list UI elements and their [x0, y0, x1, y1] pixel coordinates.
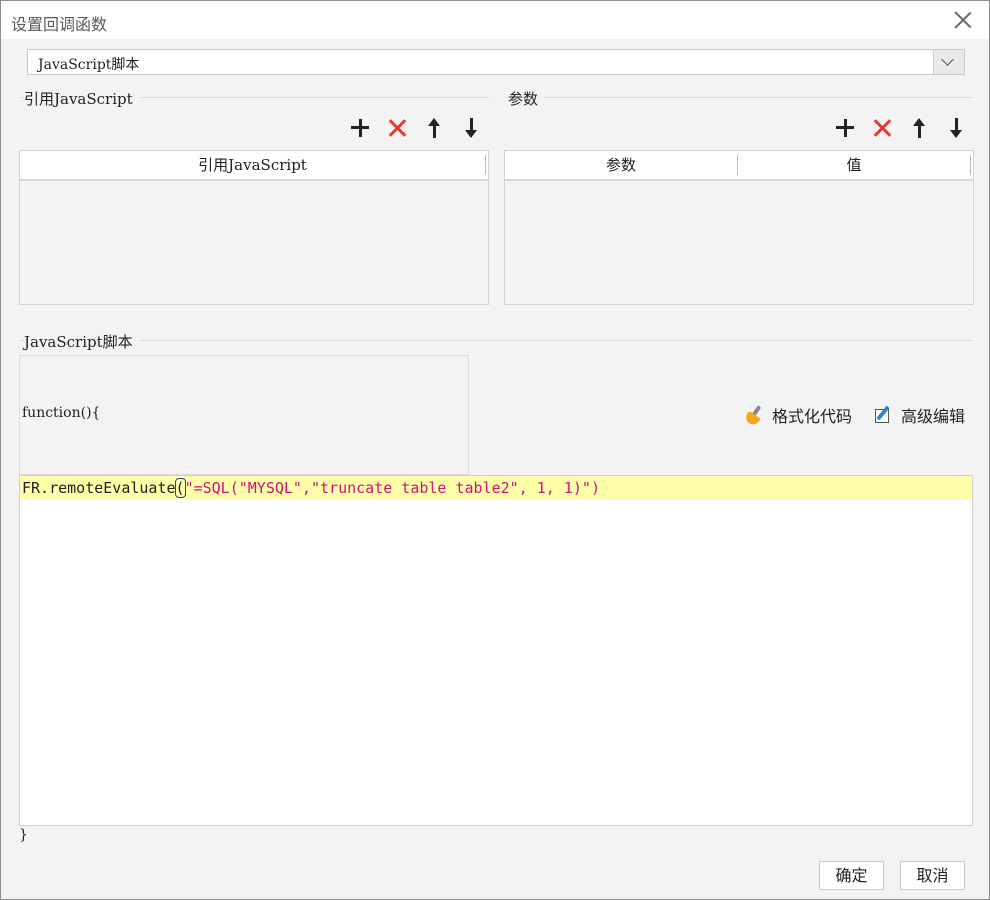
current-line-highlight: FR.remoteEvaluate("=SQL("MYSQL","truncat…	[20, 476, 972, 500]
move-down-param-button[interactable]	[945, 117, 967, 139]
function-header-box: function(){	[19, 355, 469, 475]
format-code-button[interactable]: 格式化代码	[743, 403, 853, 428]
function-header: function(){	[22, 405, 101, 421]
dropdown-button[interactable]	[933, 50, 964, 74]
function-closing: }	[19, 827, 28, 843]
ref-section-title: 引用JavaScript	[24, 88, 139, 109]
broom-icon	[743, 404, 766, 428]
script-type-value: JavaScript脚本	[38, 57, 140, 73]
column-header-param[interactable]: 参数	[505, 151, 737, 179]
move-up-param-button[interactable]	[908, 117, 930, 139]
close-icon[interactable]	[951, 8, 975, 32]
code-editor[interactable]: FR.remoteEvaluate("=SQL("MYSQL","truncat…	[19, 475, 973, 826]
column-separator	[970, 155, 971, 175]
title-bar: 设置回调函数	[1, 1, 989, 39]
dialog-title: 设置回调函数	[11, 15, 108, 34]
chevron-down-icon	[941, 53, 954, 66]
column-separator	[485, 155, 486, 175]
script-section-title: JavaScript脚本	[24, 331, 139, 352]
advanced-edit-label: 高级编辑	[901, 407, 966, 426]
advanced-edit-button[interactable]: 高级编辑	[873, 403, 965, 427]
column-header-ref[interactable]: 引用JavaScript	[20, 151, 485, 179]
matched-paren: (	[174, 478, 186, 498]
divider	[504, 97, 974, 98]
cancel-button[interactable]: 取消	[900, 861, 965, 890]
code-function-call: FR.remoteEvaluate	[22, 479, 176, 497]
column-header-value[interactable]: 值	[738, 151, 970, 179]
table-header: 参数 值	[505, 151, 973, 181]
delete-param-button[interactable]	[871, 117, 893, 139]
param-table[interactable]: 参数 值	[504, 150, 974, 305]
ref-js-table[interactable]: 引用JavaScript	[19, 150, 489, 305]
add-param-button[interactable]	[834, 117, 856, 139]
callback-dialog: 设置回调函数 JavaScript脚本 引用JavaScript 参数 引用Ja…	[0, 0, 990, 900]
delete-ref-button[interactable]	[386, 117, 408, 139]
edit-icon	[873, 404, 895, 426]
ok-button[interactable]: 确定	[819, 861, 884, 890]
param-section-title: 参数	[508, 88, 545, 109]
code-line: FR.remoteEvaluate("=SQL("MYSQL","truncat…	[22, 478, 600, 498]
format-code-label: 格式化代码	[772, 407, 853, 426]
script-type-select[interactable]: JavaScript脚本	[27, 49, 965, 75]
code-string-argument: "=SQL("MYSQL","truncate table table2", 1…	[184, 479, 600, 497]
move-down-ref-button[interactable]	[460, 117, 482, 139]
divider	[19, 340, 974, 341]
move-up-ref-button[interactable]	[423, 117, 445, 139]
table-header: 引用JavaScript	[20, 151, 488, 181]
add-ref-button[interactable]	[349, 117, 371, 139]
